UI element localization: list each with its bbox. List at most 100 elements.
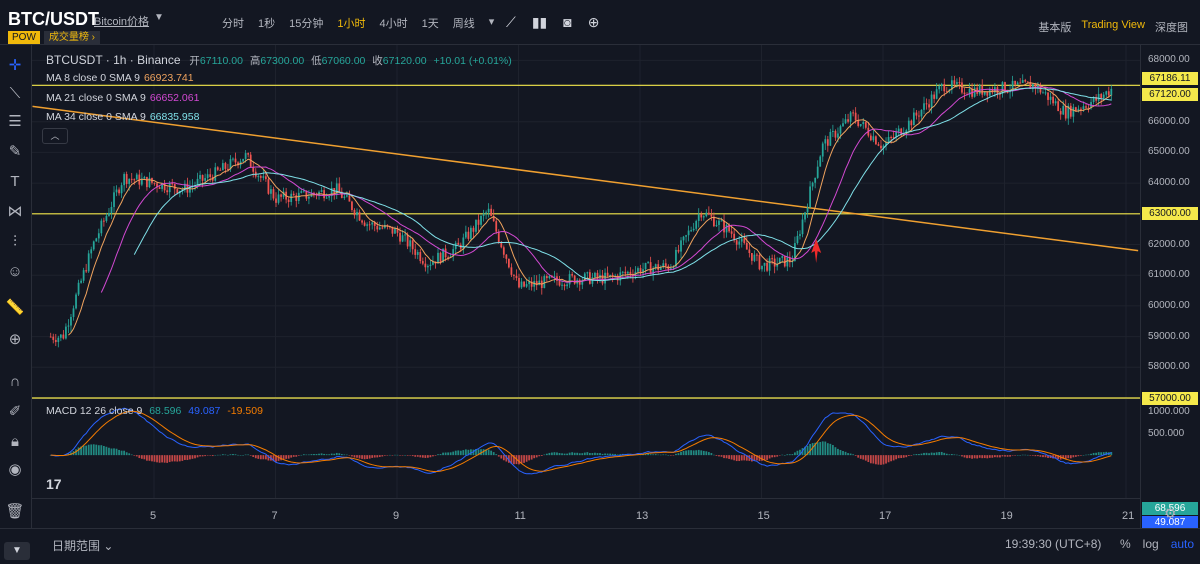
candle-body	[168, 183, 171, 193]
text-icon[interactable]: T	[4, 171, 26, 193]
ma34-value: 66835.958	[149, 111, 200, 123]
macd-histogram-bar	[409, 455, 412, 456]
scale-option-1[interactable]: log	[1143, 537, 1159, 551]
candle-body	[343, 196, 346, 198]
pattern-icon[interactable]: ⋈	[4, 201, 26, 223]
interval-0[interactable]: 分时	[222, 15, 244, 31]
macd-histogram-bar	[1039, 455, 1042, 457]
macd-histogram-bar	[211, 455, 214, 457]
trash-icon[interactable]: 🗑︎	[4, 501, 26, 523]
chevron-down-icon[interactable]: ▼	[4, 542, 30, 560]
interval-3[interactable]: 1小时	[337, 15, 365, 31]
interval-1[interactable]: 1秒	[258, 15, 275, 31]
add-icon[interactable]: ⊕	[588, 14, 600, 31]
emoji-icon[interactable]: ☺	[4, 261, 26, 283]
macd-histogram-bar	[690, 450, 693, 456]
macd-histogram-bar	[1067, 455, 1070, 459]
macd-histogram-bar	[923, 452, 925, 456]
macd-histogram-bar	[1019, 455, 1022, 456]
lock-icon[interactable]: 🔒︎	[4, 431, 26, 453]
pair-info-link[interactable]: Bitcoin价格	[94, 13, 149, 29]
macd-histogram-bar	[890, 455, 892, 462]
candle-body	[943, 84, 946, 92]
candle-body	[682, 236, 685, 241]
scale-options: % log auto	[1120, 537, 1194, 551]
tradingview-logo[interactable]: 17	[46, 476, 74, 496]
macd-histogram-bar	[1087, 454, 1090, 456]
time-axis[interactable]	[32, 498, 1140, 528]
date-range-button[interactable]: 日期范围 ⌄	[52, 537, 113, 554]
pair-title[interactable]: BTC/USDT	[8, 9, 99, 30]
candle-body	[624, 271, 627, 274]
interval-6[interactable]: 周线	[453, 15, 475, 31]
candle-body	[890, 136, 892, 138]
candle-body	[507, 258, 510, 268]
macd-histogram-bar	[214, 455, 217, 456]
crosshair-icon[interactable]: ✛	[4, 55, 26, 77]
macd-histogram-bar	[578, 453, 581, 456]
macd-histogram-bar	[935, 452, 938, 456]
interval-2[interactable]: 15分钟	[289, 15, 323, 31]
macd-histogram-bar	[571, 452, 574, 456]
trend-line-icon[interactable]: ⟍	[4, 83, 26, 105]
view-2[interactable]: 深度图	[1155, 19, 1188, 35]
collapse-legend-button[interactable]: ︿	[42, 128, 68, 144]
candle-body	[262, 176, 265, 178]
candle-body	[158, 187, 161, 189]
candle-body	[82, 270, 85, 281]
candle-body	[606, 272, 609, 277]
candle-body	[345, 195, 348, 197]
horizontal-lines-icon[interactable]: ☰	[4, 111, 26, 133]
camera-icon[interactable]: ◙	[563, 14, 571, 31]
interval-5[interactable]: 1天	[422, 15, 439, 31]
view-0[interactable]: 基本版	[1038, 19, 1071, 35]
macd-histogram-bar	[961, 455, 963, 457]
eye-icon[interactable]: ◉	[4, 459, 26, 481]
chevron-down-icon[interactable]: ▼	[154, 12, 164, 23]
candle-body	[143, 176, 146, 179]
macd-histogram-bar	[963, 455, 966, 458]
candle-body	[275, 198, 277, 203]
macd-histogram-bar	[945, 453, 948, 456]
clock-readout[interactable]: 19:39:30 (UTC+8)	[1005, 537, 1101, 551]
volume-rank-tag[interactable]: 成交量榜 ›	[43, 31, 100, 44]
macd-histogram-bar	[976, 455, 979, 459]
ruler-icon[interactable]: 📏	[4, 297, 26, 319]
brush-icon[interactable]: ✎	[4, 141, 26, 163]
macd-histogram-bar	[583, 452, 586, 456]
candle-body	[92, 241, 95, 250]
macd-histogram-bar	[733, 455, 736, 461]
zoom-in-icon[interactable]: ⊕	[4, 329, 26, 351]
view-1[interactable]: Trading View	[1081, 19, 1145, 35]
macd-histogram-bar	[206, 455, 209, 456]
interval-4[interactable]: 4小时	[380, 15, 408, 31]
candle-body	[566, 284, 568, 287]
pencil-lock-icon[interactable]: ✐	[4, 401, 26, 423]
macd-histogram-bar	[252, 455, 255, 458]
candle-body	[1006, 91, 1009, 93]
candle-body	[497, 231, 500, 243]
chevron-down-icon[interactable]: ▾	[489, 15, 495, 31]
fib-icon[interactable]: ⫶	[4, 231, 26, 253]
candle-body	[477, 219, 480, 225]
price-tick-label: 66000.00	[1148, 115, 1190, 127]
candle-body	[695, 220, 698, 229]
candle-body	[758, 254, 761, 270]
macd-histogram-bar	[601, 453, 604, 456]
candle-body	[146, 176, 148, 188]
magnet-icon[interactable]: ∩	[4, 371, 26, 393]
macd-histogram-bar	[125, 452, 128, 456]
candle-body	[475, 219, 477, 232]
scale-option-2[interactable]: auto	[1171, 537, 1194, 551]
candle-body	[353, 209, 356, 216]
gear-icon[interactable]: ⚙	[1164, 505, 1177, 522]
candle-body	[763, 262, 766, 266]
indicators-icon[interactable]: ⟋	[506, 14, 516, 31]
macd-histogram-bar	[399, 455, 401, 456]
candle-type-icon[interactable]: ▮▮	[532, 14, 547, 31]
macd-histogram-bar	[781, 454, 784, 456]
scale-option-0[interactable]: %	[1120, 537, 1131, 551]
macd-histogram-bar	[887, 455, 890, 463]
ma34-label: MA 34 close 0 SMA 9	[46, 111, 146, 123]
macd-histogram-bar	[667, 455, 670, 456]
